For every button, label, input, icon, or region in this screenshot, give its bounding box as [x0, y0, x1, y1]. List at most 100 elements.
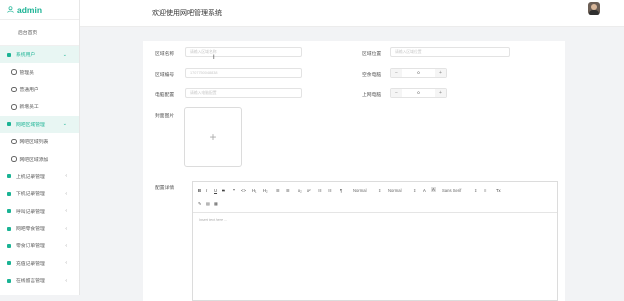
image-upload[interactable]: + [184, 107, 242, 167]
direction-button[interactable]: ¶ [340, 188, 342, 193]
menu-dot-icon [7, 261, 11, 266]
user-icon [7, 6, 14, 13]
sidebar-item-label: 管理员 [19, 70, 34, 76]
chevron-left-icon: ‹ [65, 277, 67, 284]
brand-name: admin [17, 4, 43, 15]
brand[interactable]: admin [0, 0, 79, 20]
menu-dot-icon [7, 122, 11, 127]
h1-button[interactable]: H₁ [252, 188, 256, 193]
menu-dot-icon [7, 226, 11, 231]
outdent-button[interactable]: ☷ [318, 188, 322, 193]
area-name-input[interactable]: 请输入区域名称 [185, 47, 302, 57]
sidebar-group-login-records[interactable]: 上机记录管理 ‹ [0, 168, 79, 185]
ordered-list-button[interactable]: ☰ [276, 188, 280, 193]
sidebar-item-label: 后台首页 [18, 31, 38, 36]
menu-dot-icon [7, 209, 11, 214]
pc-config-label: 电脑配置 [155, 93, 175, 98]
menu-dot-icon [7, 174, 11, 179]
sidebar-group-snacks[interactable]: 网吧零食管理 ‹ [0, 220, 79, 237]
sidebar-item-label: 系统用户 [16, 53, 36, 59]
circle-icon [11, 104, 17, 110]
area-image-label: 封面图片 [155, 114, 175, 119]
menu-dot-icon [7, 191, 11, 196]
chevron-updown-icon: ⇕ [378, 188, 382, 193]
free-pc-stepper[interactable]: − 0 + [390, 68, 447, 78]
h2-button[interactable]: H₂ [263, 188, 268, 193]
code-button[interactable]: <> [241, 188, 246, 193]
stepper-value[interactable]: 0 [402, 69, 435, 77]
circle-icon [11, 156, 17, 162]
strike-button[interactable]: S [222, 188, 225, 193]
sidebar-group-recharge[interactable]: 充值记录管理 ‹ [0, 255, 79, 272]
online-pc-stepper[interactable]: − 0 + [390, 88, 447, 98]
menu-dot-icon [7, 243, 11, 248]
size-select[interactable]: Normal [353, 188, 367, 193]
online-pc-label: 上网电脑 [362, 93, 382, 98]
superscript-button[interactable]: x² [307, 188, 311, 193]
sidebar-item-label: 在线留言管理 [16, 279, 45, 285]
minus-button[interactable]: − [391, 69, 402, 77]
chevron-updown-icon: ⇕ [413, 188, 417, 193]
chevron-updown-icon: ⇕ [474, 188, 478, 193]
italic-button[interactable]: I [206, 188, 207, 193]
chevron-left-icon: ‹ [65, 225, 67, 232]
chevron-down-icon: ⌄ [62, 51, 67, 58]
free-pc-label: 空余电脑 [362, 73, 382, 78]
sidebar-item-add-staff[interactable]: 新增员工 [0, 98, 79, 115]
area-name-label: 区域名称 [155, 52, 175, 57]
plus-button[interactable]: + [435, 89, 446, 97]
link-button[interactable]: ✎ [198, 201, 202, 206]
sidebar-item-home[interactable]: 后台首页 [0, 20, 79, 46]
circle-icon [11, 86, 17, 93]
align-button[interactable]: ≡ [484, 188, 486, 193]
rich-text-editor[interactable]: B I U S ❞ <> H₁ H₂ ☰ ☰ x₂ x² ☷ ☷ ¶ Norma… [192, 181, 558, 301]
pc-config-input[interactable]: 请输入电脑配置 [185, 88, 302, 98]
sidebar-item-label: 零食订单管理 [16, 244, 45, 250]
area-code-label: 区域编号 [155, 73, 175, 78]
area-location-input[interactable]: 请输入区域位置 [390, 47, 510, 57]
sidebar-group-messages[interactable]: 在线留言管理 ‹ [0, 272, 79, 289]
chevron-left-icon: ‹ [65, 260, 67, 267]
bullet-list-button[interactable]: ☰ [286, 188, 290, 193]
bold-button[interactable]: B [198, 188, 201, 193]
sidebar-item-label: 网吧区域列表 [19, 140, 49, 146]
quote-button[interactable]: ❞ [233, 188, 235, 193]
sidebar-item-label: 下机记录管理 [16, 192, 45, 198]
sidebar-group-logout-records[interactable]: 下机记录管理 ‹ [0, 185, 79, 202]
background-color-button[interactable]: A [431, 187, 436, 192]
minus-button[interactable]: − [391, 89, 402, 97]
chevron-down-icon: ⌄ [62, 121, 67, 128]
sidebar: admin 后台首页 系统用户 ⌄ 管理员 普通用户 新增员工 网吧区域管理 ⌄ 网… [0, 0, 80, 295]
detail-label: 配置详情 [155, 186, 175, 191]
font-select[interactable]: Sans Serif [442, 188, 461, 193]
chevron-left-icon: ‹ [65, 190, 67, 197]
sidebar-group-area[interactable]: 网吧区域管理 ⌄ [0, 115, 79, 133]
video-button[interactable]: ▦ [214, 201, 218, 206]
circle-icon [11, 69, 17, 75]
sidebar-item-users[interactable]: 普通用户 [0, 81, 79, 98]
clean-format-button[interactable]: Tx [496, 188, 501, 193]
sidebar-item-area-list[interactable]: 网吧区域列表 [0, 133, 79, 150]
image-button[interactable]: ▤ [206, 201, 210, 206]
area-code-input[interactable]: 1707750048838 [185, 68, 302, 78]
chevron-left-icon: ‹ [65, 173, 67, 180]
avatar[interactable] [588, 2, 600, 15]
sidebar-group-system-users[interactable]: 系统用户 ⌄ [0, 46, 79, 64]
header-select[interactable]: Normal [388, 188, 402, 193]
sidebar-group-call-records[interactable]: 呼叫记录管理 ‹ [0, 203, 79, 220]
underline-button[interactable]: U [214, 188, 217, 193]
plus-button[interactable]: + [435, 69, 446, 77]
sidebar-item-admins[interactable]: 管理员 [0, 63, 79, 80]
editor-placeholder[interactable]: Insert text here ... [199, 218, 227, 222]
stepper-value[interactable]: 0 [402, 89, 435, 97]
sidebar-item-label: 充值记录管理 [16, 261, 45, 267]
circle-icon [11, 138, 17, 145]
sidebar-item-label: 网吧零食管理 [16, 227, 45, 233]
text-color-button[interactable]: A [423, 188, 426, 193]
sidebar-group-snack-orders[interactable]: 零食订单管理 ‹ [0, 237, 79, 254]
menu-dot-icon [7, 278, 11, 283]
sidebar-item-area-add[interactable]: 网吧区域添加 [0, 150, 79, 167]
subscript-button[interactable]: x₂ [298, 188, 302, 193]
indent-button[interactable]: ☷ [328, 188, 332, 193]
chevron-left-icon: ‹ [65, 208, 67, 215]
